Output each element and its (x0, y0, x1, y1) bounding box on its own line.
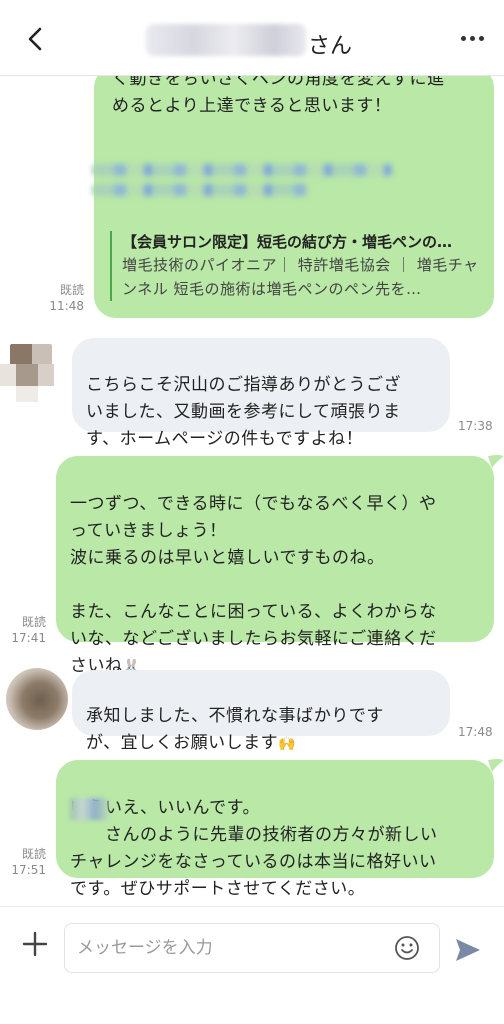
link-preview[interactable]: 【会員サロン限定】短毛の結び方・増毛ペンの… 増毛技術のパイオニア｜ 特許増毛協… (110, 231, 480, 301)
avatar[interactable] (0, 338, 66, 408)
raised-hands-emoji-icon: 🙌 (278, 736, 297, 752)
chat-header: さん (0, 0, 504, 76)
link-preview-title: 【会員サロン限定】短毛の結び方・増毛ペンの… (122, 233, 453, 251)
chevron-left-icon (28, 27, 42, 51)
send-icon (456, 939, 480, 961)
read-receipt: 既読 (21, 847, 46, 861)
message-bubble-received[interactable]: 承知しました、不慣れな事ばかりです が、宜しくお願いします🙌 (72, 670, 450, 753)
more-button[interactable] (461, 36, 484, 41)
message-bubble-sent[interactable]: いえいえ、いいんです。 さんのように先輩の技術者の方々が新しい チャレンジをなさ… (56, 760, 494, 899)
blurred-link-url[interactable] (92, 164, 392, 200)
message-time: 11:48 (49, 299, 84, 313)
message-text-wrap: 一つずつ、できる時に（でもなるべく早く）や っていきましょう！ 波に乗るのは早い… (70, 491, 480, 681)
home-indicator-area (0, 980, 504, 1024)
send-button[interactable] (454, 937, 482, 963)
blurred-name (70, 798, 108, 820)
message-meta: 既読 17:51 (4, 846, 46, 878)
message-text: いえいえ、いいんです。 さんのように先輩の技術者の方々が新しい チャレンジをなさ… (70, 798, 438, 899)
message-text: 一つずつ、できる時に（でもなるべく早く）や っていきましょう！ 波に乗るのは早い… (70, 494, 437, 676)
smiley-icon (395, 936, 419, 960)
read-receipt: 既読 (21, 615, 46, 629)
message-text: 承知しました、不慣れな事ばかりです が、宜しくお願いします (86, 706, 384, 753)
message-input-bar (0, 906, 504, 1024)
blurred-link-line (92, 184, 308, 196)
message-text: く動きをちいさくペンの角度を変えずに進 めるとより上達できると思います！ (112, 76, 445, 116)
link-preview-description: 増毛技術のパイオニア｜ 特許増毛協会 ｜ 増毛チャンネル 短毛の施術は増毛ペンの… (122, 256, 479, 298)
bubble-tail (488, 759, 504, 772)
read-receipt: 既読 (59, 283, 84, 297)
chat-title[interactable]: さん (140, 22, 380, 59)
blurred-link-line (92, 164, 392, 176)
message-time: 17:38 (458, 419, 493, 433)
message-text-wrap: 承知しました、不慣れな事ばかりです が、宜しくお願いします🙌 (86, 703, 436, 758)
avatar-image (0, 344, 54, 402)
message-time: 17:41 (11, 631, 46, 645)
contact-name-suffix: さん (308, 34, 353, 59)
emoji-button[interactable] (394, 935, 420, 961)
message-time: 17:51 (11, 863, 46, 877)
message-input[interactable] (64, 923, 440, 973)
message-text: こちらこそ沢山のご指導ありがとうござ いました、又動画を参考にして頑張りま す、… (86, 375, 401, 449)
more-dot (470, 36, 475, 41)
bubble-tail (488, 455, 504, 468)
back-button[interactable] (22, 24, 50, 54)
message-bubble-received[interactable]: こちらこそ沢山のご指導ありがとうござ いました、又動画を参考にして頑張りま す、… (72, 338, 450, 449)
plus-icon (22, 931, 48, 957)
message-time: 17:48 (458, 725, 493, 739)
more-horizontal-icon (461, 36, 466, 41)
message-bubble-sent[interactable]: 一つずつ、できる時に（でもなるべく早く）や っていきましょう！ 波に乗るのは早い… (56, 456, 494, 676)
chat-area[interactable]: く動きをちいさくペンの角度を変えずに進 めるとより上達できると思います！ 【会員… (0, 76, 504, 906)
more-dot (479, 36, 484, 41)
add-attachment-button[interactable] (22, 931, 48, 957)
avatar[interactable] (6, 668, 68, 730)
contact-name-blurred (146, 24, 306, 56)
message-meta: 既読 17:41 (4, 614, 46, 646)
message-meta: 既読 11:48 (44, 282, 84, 314)
